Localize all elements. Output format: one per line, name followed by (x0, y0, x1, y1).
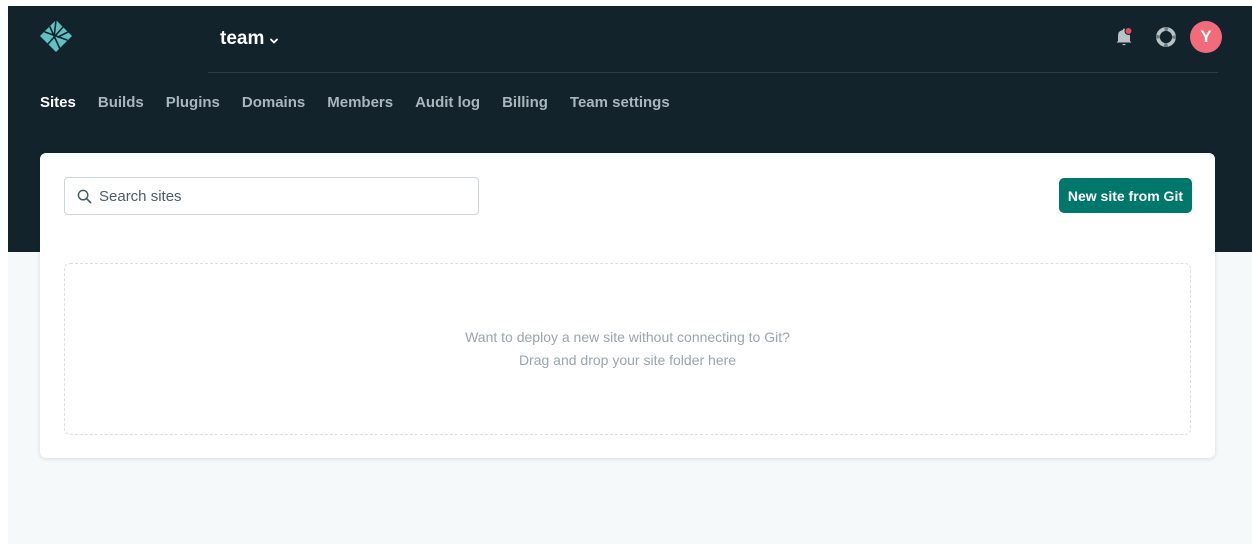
new-site-label: New site from Git (1067, 187, 1183, 204)
tab-billing[interactable]: Billing (502, 92, 548, 114)
avatar-initial: Y (1200, 27, 1212, 46)
search-input[interactable] (99, 187, 459, 205)
tab-plugins[interactable]: Plugins (166, 92, 220, 114)
tab-sites[interactable]: Sites (40, 92, 76, 114)
tab-members[interactable]: Members (327, 92, 393, 114)
tab-domains[interactable]: Domains (242, 92, 305, 114)
notifications-button[interactable] (1108, 21, 1140, 53)
dropzone-line-2: Drag and drop your site folder here (518, 352, 737, 368)
tab-team-settings[interactable]: Team settings (570, 92, 670, 114)
chevron-down-icon (270, 38, 279, 43)
header-actions: Y (1108, 21, 1222, 53)
new-site-from-git-button[interactable]: New site from Git (1058, 178, 1192, 213)
app-frame: team Y Sites Builds Plugins Domains Memb… (8, 6, 1252, 544)
team-name: team (220, 28, 265, 49)
tab-audit-log[interactable]: Audit log (415, 92, 480, 114)
team-nav-tabs: Sites Builds Plugins Domains Members Aud… (40, 92, 670, 114)
header-divider (208, 72, 1218, 73)
help-button[interactable] (1150, 21, 1182, 53)
search-box[interactable] (64, 177, 479, 215)
team-switcher[interactable]: team (220, 26, 279, 52)
tab-builds[interactable]: Builds (98, 92, 144, 114)
bell-icon (1116, 27, 1133, 46)
netlify-logo-icon[interactable] (38, 18, 74, 54)
deploy-dropzone[interactable]: Want to deploy a new site without connec… (64, 263, 1191, 435)
dropzone-line-1: Want to deploy a new site without connec… (465, 329, 790, 345)
avatar[interactable]: Y (1190, 21, 1222, 53)
sites-card: New site from Git Want to deploy a new s… (40, 153, 1215, 458)
lifebuoy-icon (1156, 27, 1176, 47)
search-icon (77, 189, 92, 203)
